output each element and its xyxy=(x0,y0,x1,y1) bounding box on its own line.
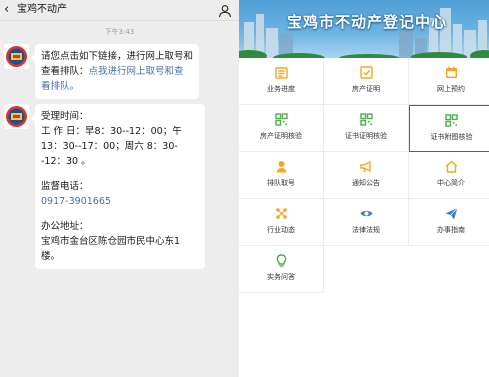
address-label: 办公地址： xyxy=(41,221,89,232)
eye-icon xyxy=(359,206,374,221)
menu-item-label: 法律法规 xyxy=(352,226,380,234)
menu-item-5[interactable]: 证书证明核验 xyxy=(324,105,409,152)
send-icon xyxy=(444,206,459,221)
certificate-icon xyxy=(359,65,374,80)
menu-item-3[interactable]: 网上预约 xyxy=(409,58,489,105)
menu-item-12[interactable]: 办事指南 xyxy=(409,199,489,246)
menu-item-label: 实务问答 xyxy=(267,273,295,281)
menu-item-label: 行业动态 xyxy=(267,226,295,234)
home-icon xyxy=(444,159,459,174)
chevron-left-icon[interactable]: ‹ xyxy=(4,2,9,18)
message-bubble: 受理时间： 工 作 日：早8：30--12：00；午13：30--17：00；周… xyxy=(31,104,205,269)
qr-code-icon xyxy=(359,112,374,127)
menu-item-label: 业务进度 xyxy=(267,85,295,93)
message-bubble: 请您点击如下链接，进行网上取号和查看排队：点我进行网上取号和查看排队。 xyxy=(31,44,199,99)
lightbulb-icon xyxy=(274,253,289,268)
dynamics-icon xyxy=(274,206,289,221)
menu-item-label: 房产证明 xyxy=(352,85,380,93)
menu-item-6[interactable]: 证书附图核验 xyxy=(409,105,489,152)
menu-item-11[interactable]: 法律法规 xyxy=(324,199,409,246)
qr-code-icon xyxy=(444,113,459,128)
menu-item-label: 房产证明核验 xyxy=(260,132,302,140)
menu-item-2[interactable]: 房产证明 xyxy=(324,58,409,105)
hours-label: 受理时间： xyxy=(41,111,89,122)
qr-code-icon xyxy=(274,112,289,127)
person-icon[interactable] xyxy=(218,3,232,18)
phone-label: 监督电话： xyxy=(41,181,89,192)
menu-item-label: 中心简介 xyxy=(437,179,465,187)
hours-text: 工 作 日：早8：30--12：00；午13：30--17：00；周六 8：30… xyxy=(41,126,182,167)
banner-title: 宝鸡市不动产登记中心 xyxy=(287,13,448,31)
megaphone-icon xyxy=(359,159,374,174)
menu-item-13[interactable]: 实务问答 xyxy=(239,246,324,293)
menu-item-10[interactable]: 行业动态 xyxy=(239,199,324,246)
menu-item-8[interactable]: 通知公告 xyxy=(324,152,409,199)
menu-item-label: 通知公告 xyxy=(352,179,380,187)
service-portal: 宝鸡市不动产登记中心 业务进度 房产证明 网上预约房产证明核验 证书证明核验 证书附图核… xyxy=(239,0,489,377)
queue-person-icon xyxy=(274,159,289,174)
menu-item-1[interactable]: 业务进度 xyxy=(239,58,324,105)
avatar[interactable] xyxy=(4,44,29,69)
menu-item-label: 证书附图核验 xyxy=(430,133,473,141)
menu-item-4[interactable]: 房产证明核验 xyxy=(239,105,324,152)
menu-item-9[interactable]: 中心简介 xyxy=(409,152,489,199)
menu-item-label: 排队取号 xyxy=(267,179,295,187)
menu-item-label: 网上预约 xyxy=(437,85,465,93)
menu-item-label: 办事指南 xyxy=(437,226,465,234)
chat-title: 宝鸡不动产 xyxy=(17,4,67,15)
chat-panel: ‹ 宝鸡不动产 下午3:43 请您点击如下链接，进行网上取号和查看排队：点我进行… xyxy=(0,0,239,377)
avatar[interactable] xyxy=(4,104,29,129)
phone-link[interactable]: 0917-3901665 xyxy=(41,194,199,209)
chat-header: ‹ 宝鸡不动产 xyxy=(0,0,239,21)
address-text: 宝鸡市金台区陈仓园市民中心东1楼。 xyxy=(41,236,181,262)
message-timestamp: 下午3:43 xyxy=(104,28,135,36)
calendar-icon xyxy=(444,65,459,80)
menu-item-label: 证书证明核验 xyxy=(345,132,387,140)
progress-icon xyxy=(274,65,289,80)
banner: 宝鸡市不动产登记中心 xyxy=(239,0,489,58)
menu-item-7[interactable]: 排队取号 xyxy=(239,152,324,199)
